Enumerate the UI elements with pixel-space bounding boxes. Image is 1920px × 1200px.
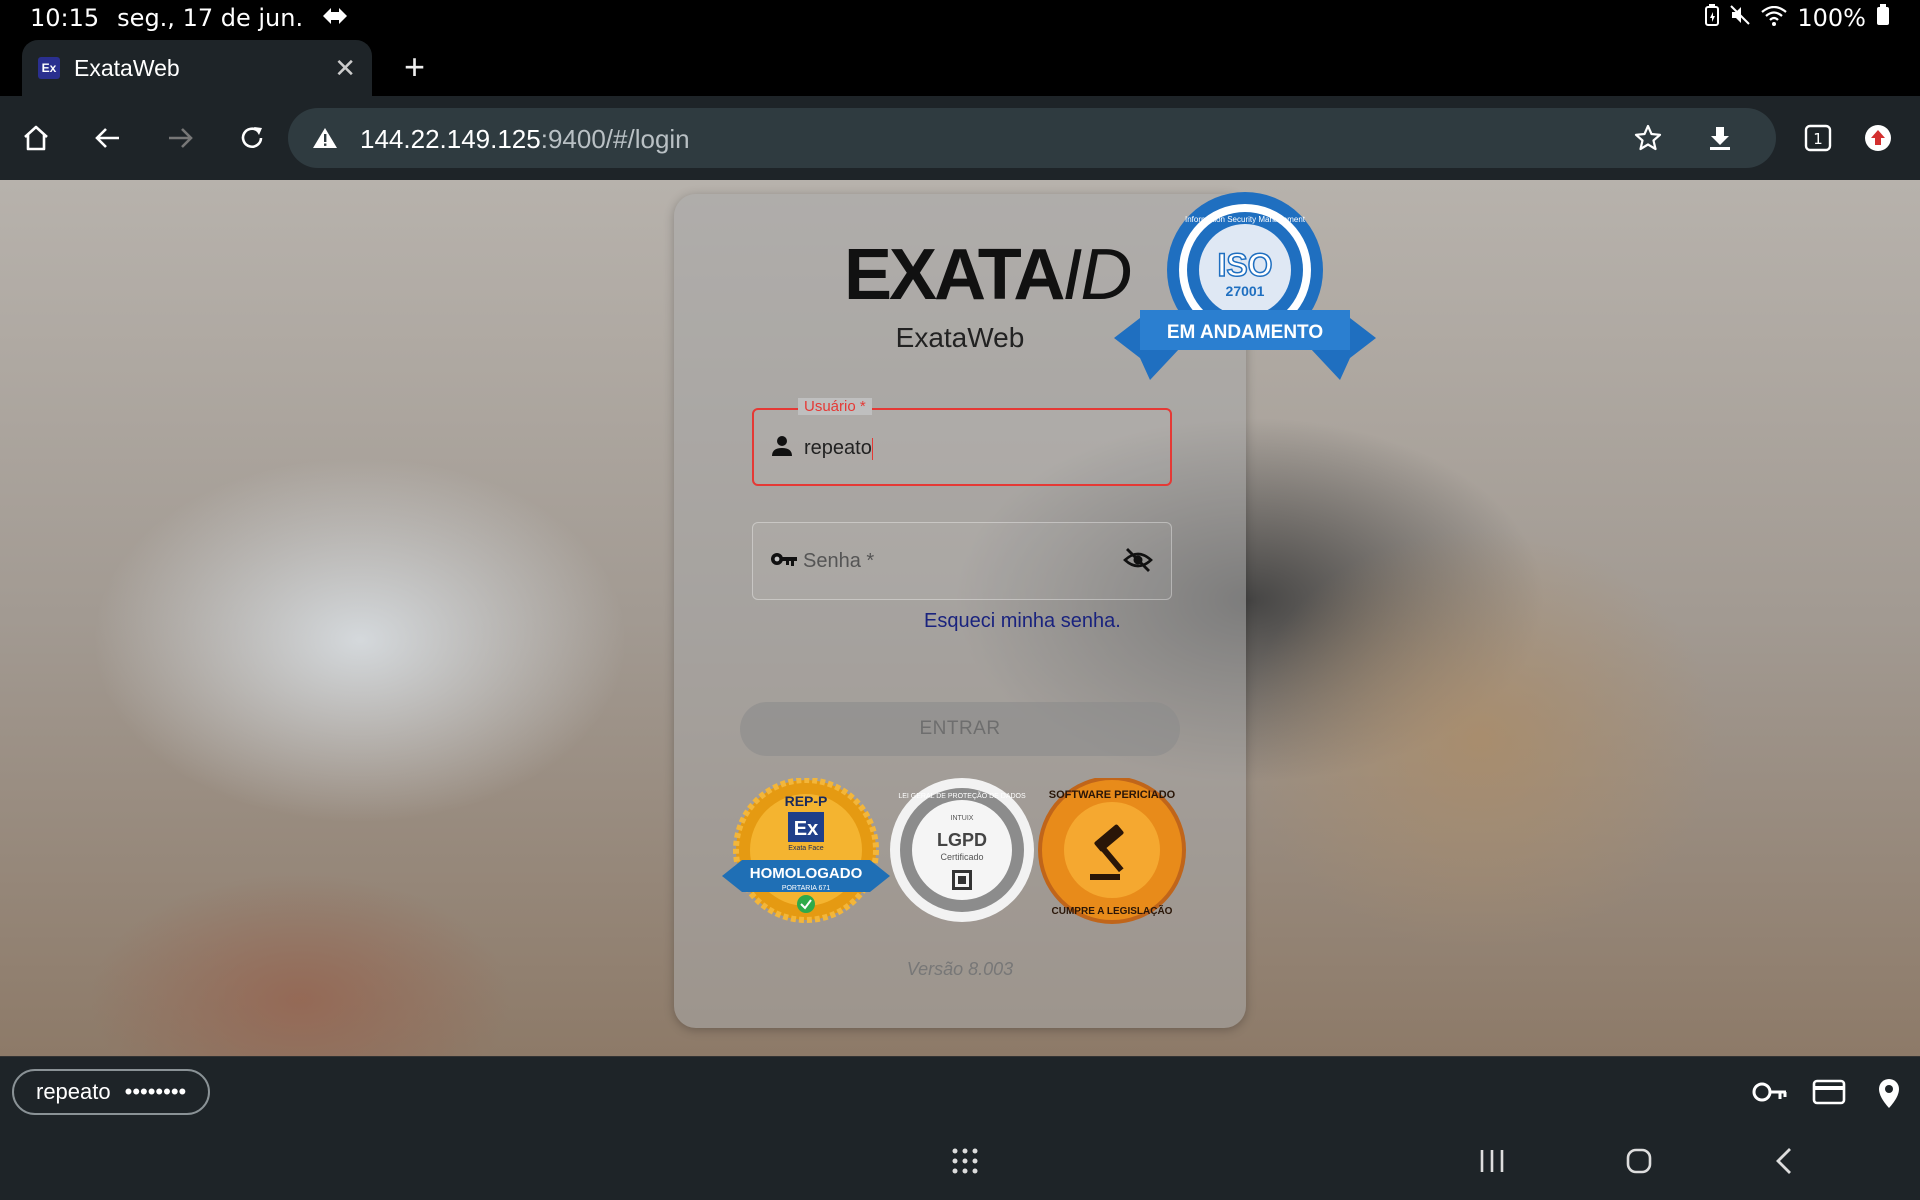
- passwords-key-icon[interactable]: [1752, 1077, 1788, 1112]
- recent-apps-icon[interactable]: [1478, 1146, 1506, 1181]
- browser-tab-strip: Ex ExataWeb ✕ +: [0, 36, 1920, 96]
- payment-card-icon[interactable]: [1812, 1077, 1846, 1112]
- favicon-icon: Ex: [38, 57, 60, 79]
- battery-icon: [1876, 4, 1890, 32]
- app-drawer-icon[interactable]: [950, 1146, 980, 1181]
- back-arrow-icon[interactable]: [88, 118, 128, 158]
- url-host: 144.22.149.125: [360, 124, 541, 154]
- svg-text:INTUIX: INTUIX: [951, 815, 974, 822]
- system-navigation-bar: [0, 1128, 1920, 1200]
- svg-text:SOFTWARE PERICIADO: SOFTWARE PERICIADO: [1049, 789, 1176, 801]
- svg-text:ISO: ISO: [1217, 247, 1272, 283]
- wifi-icon: [1761, 4, 1788, 32]
- username-label: Usuário *: [798, 398, 872, 415]
- saved-username: repeato: [36, 1079, 111, 1104]
- svg-text:Exata Face: Exata Face: [788, 845, 824, 852]
- reload-icon[interactable]: [232, 118, 272, 158]
- person-icon: [770, 434, 794, 463]
- certification-badges: REP-P Ex Exata Face HOMOLOGADO PORTARIA …: [722, 778, 1186, 924]
- autofill-bar: repeato ••••••••: [0, 1056, 1920, 1128]
- username-input[interactable]: repeato: [804, 437, 873, 460]
- iso-27001-seal: Information Security Management ISO 2700…: [1114, 192, 1376, 380]
- close-tab-icon[interactable]: ✕: [334, 53, 356, 84]
- svg-text:EM ANDAMENTO: EM ANDAMENTO: [1167, 322, 1323, 343]
- svg-text:27001: 27001: [1226, 283, 1265, 299]
- svg-text:LGPD: LGPD: [937, 830, 987, 850]
- lgpd-certified-badge: LEI GERAL DE PROTEÇÃO DE DADOS INTUIX LG…: [890, 778, 1034, 922]
- update-menu-icon[interactable]: [1858, 118, 1898, 158]
- address-bar[interactable]: 144.22.149.125:9400/#/login: [288, 108, 1776, 168]
- rep-p-homologado-badge: REP-P Ex Exata Face HOMOLOGADO PORTARIA …: [722, 778, 890, 923]
- status-time: 10:15: [30, 4, 100, 32]
- svg-text:Information Security Managemen: Information Security Management: [1185, 215, 1306, 224]
- software-periciado-badge: SOFTWARE PERICIADO CUMPRE A LEGISLAÇÃO: [1038, 778, 1186, 924]
- svg-text:CUMPRE A LEGISLAÇÃO: CUMPRE A LEGISLAÇÃO: [1052, 904, 1173, 917]
- status-date: seg., 17 de jun.: [117, 4, 304, 32]
- exata-id-logo: EXATAID: [844, 235, 1132, 315]
- mute-icon: [1729, 4, 1751, 32]
- svg-text:PORTARIA 671: PORTARIA 671: [782, 885, 830, 892]
- page-background: EXATAID ExataWeb Usuário * repeato Senha…: [0, 180, 1920, 1056]
- saved-credential-chip[interactable]: repeato ••••••••: [12, 1069, 211, 1115]
- login-button[interactable]: ENTRAR: [740, 702, 1180, 756]
- home-icon[interactable]: [16, 118, 56, 158]
- password-input[interactable]: Senha *: [803, 550, 874, 573]
- visibility-off-icon[interactable]: [1123, 547, 1153, 578]
- battery-saver-icon: [1705, 4, 1720, 32]
- tab-title: ExataWeb: [74, 54, 180, 81]
- app-version: Versão 8.003: [906, 959, 1014, 979]
- not-secure-warning-icon[interactable]: [312, 126, 338, 155]
- tab-count: 1: [1813, 130, 1823, 148]
- home-button-icon[interactable]: [1624, 1146, 1654, 1181]
- svg-text:Certificado: Certificado: [940, 852, 983, 862]
- new-tab-icon[interactable]: +: [404, 46, 425, 88]
- browser-tab[interactable]: Ex ExataWeb ✕: [22, 40, 372, 96]
- username-field[interactable]: Usuário * repeato: [752, 398, 1172, 486]
- bookmark-star-icon[interactable]: [1628, 118, 1668, 158]
- svg-text:LEI GERAL DE PROTEÇÃO DE DADOS: LEI GERAL DE PROTEÇÃO DE DADOS: [898, 791, 1026, 800]
- download-icon[interactable]: [1700, 118, 1740, 158]
- diamond-arrows-icon: [321, 4, 349, 32]
- key-icon: [769, 547, 799, 576]
- url-text: 144.22.149.125:9400/#/login: [360, 124, 690, 155]
- saved-password-mask: ••••••••: [124, 1079, 187, 1104]
- forward-arrow-icon[interactable]: [160, 118, 200, 158]
- browser-toolbar: 144.22.149.125:9400/#/login 1: [0, 96, 1920, 180]
- back-button-icon[interactable]: [1772, 1146, 1796, 1181]
- system-status-bar: 10:15 seg., 17 de jun. 100%: [0, 0, 1920, 36]
- tab-switcher-icon[interactable]: 1: [1798, 118, 1838, 158]
- svg-text:Ex: Ex: [794, 818, 818, 840]
- battery-level: 100%: [1797, 4, 1866, 32]
- password-field[interactable]: Senha *: [752, 522, 1172, 600]
- url-path: :9400/#/login: [540, 124, 690, 154]
- location-pin-icon[interactable]: [1876, 1077, 1902, 1114]
- forgot-password-link[interactable]: Esqueci minha senha.: [924, 610, 1121, 633]
- svg-text:REP-P: REP-P: [785, 793, 828, 809]
- svg-text:HOMOLOGADO: HOMOLOGADO: [750, 865, 863, 882]
